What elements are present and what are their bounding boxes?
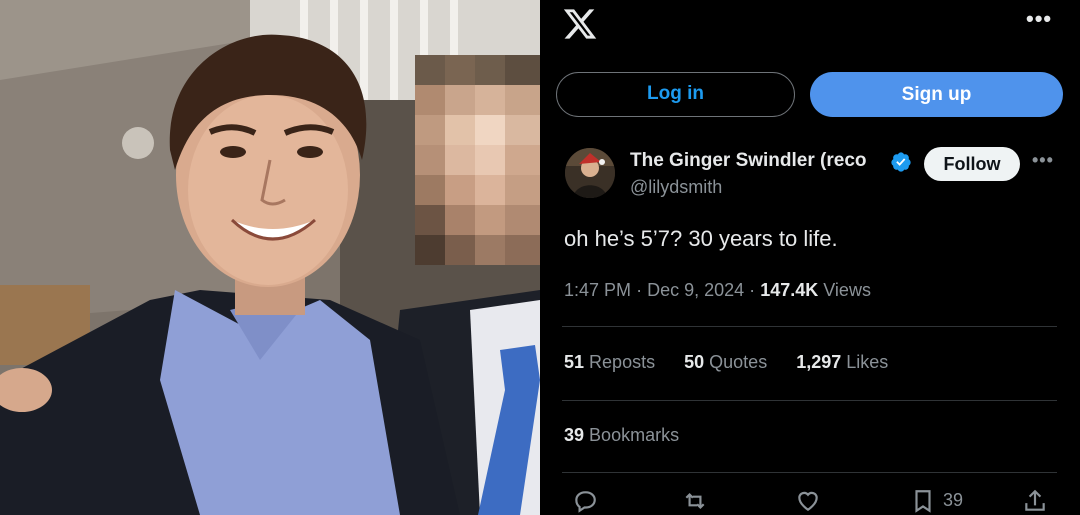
bookmarks-stat: 39 Bookmarks <box>564 425 679 446</box>
quotes-count: 50 <box>684 352 705 372</box>
photo-illustration <box>0 0 540 515</box>
author-handle[interactable]: @lilydsmith <box>630 177 722 198</box>
avatar[interactable] <box>565 148 615 198</box>
tweet-meta: 1:47 PM · Dec 9, 2024 · 147.4K Views <box>564 280 871 301</box>
tweet-date[interactable]: Dec 9, 2024 <box>647 280 744 300</box>
signup-button[interactable]: Sign up <box>810 72 1063 117</box>
reply-icon[interactable] <box>572 488 602 515</box>
x-logo-icon[interactable] <box>562 6 598 42</box>
more-menu-icon[interactable]: ••• <box>1026 6 1052 32</box>
tweet-text: oh he’s 5’7? 30 years to life. <box>564 226 838 251</box>
bookmarks-count: 39 <box>564 425 585 445</box>
views-count: 147.4K <box>760 280 819 300</box>
like-icon[interactable] <box>795 488 825 515</box>
repost-icon[interactable] <box>682 488 712 515</box>
bookmark-icon[interactable] <box>910 488 940 515</box>
likes-label: Likes <box>846 352 889 372</box>
bookmarks-label: Bookmarks <box>589 425 680 445</box>
divider <box>562 472 1057 473</box>
divider <box>562 326 1057 327</box>
reposts-count: 51 <box>564 352 585 372</box>
verified-badge-icon <box>891 152 911 172</box>
login-button[interactable]: Log in <box>556 72 795 117</box>
tweet-time[interactable]: 1:47 PM <box>564 280 631 300</box>
bookmark-action-count: 39 <box>943 490 964 510</box>
quotes-label: Quotes <box>709 352 768 372</box>
likes-stat[interactable]: 1,297 Likes <box>796 352 888 373</box>
reposts-label: Reposts <box>589 352 656 372</box>
views-label: Views <box>823 280 871 300</box>
tweet-panel: ••• Log in Sign up The Ginger Swindler (… <box>540 0 1080 515</box>
reposts-stat[interactable]: 51 Reposts <box>564 352 655 373</box>
divider <box>562 400 1057 401</box>
tweet-actions: 39 <box>540 488 1080 515</box>
avatar-image <box>565 148 615 198</box>
photo-image <box>0 0 540 515</box>
tweet-more-icon[interactable]: ••• <box>1032 150 1054 171</box>
tweet-stats: 51 Reposts 50 Quotes 1,297 Likes <box>564 352 912 373</box>
meta-separator: · <box>636 280 643 300</box>
likes-count: 1,297 <box>796 352 842 372</box>
follow-button[interactable]: Follow <box>924 147 1020 181</box>
share-icon[interactable] <box>1022 488 1052 515</box>
quotes-stat[interactable]: 50 Quotes <box>684 352 767 373</box>
author-display-name[interactable]: The Ginger Swindler (reco <box>630 150 867 172</box>
meta-separator: · <box>749 280 756 300</box>
